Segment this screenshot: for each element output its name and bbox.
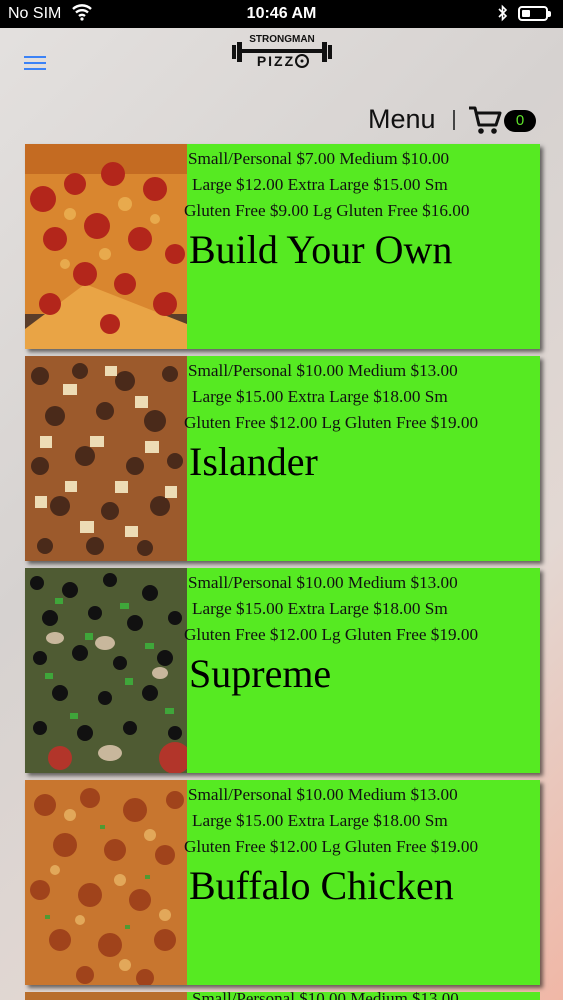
price-line: Gluten Free $9.00 Lg Gluten Free $16.00 bbox=[184, 201, 470, 220]
pepperoni-pizza-image bbox=[25, 144, 187, 349]
cart-count-badge[interactable]: 0 bbox=[504, 110, 536, 132]
item-title[interactable]: Buffalo Chicken bbox=[189, 862, 539, 909]
islander-pizza-image bbox=[25, 356, 187, 561]
price-line: Large $15.00 Extra Large $18.00 Sm bbox=[192, 811, 448, 830]
price-line: Gluten Free $12.00 Lg Gluten Free $19.00 bbox=[184, 413, 479, 432]
price-list: Small/Personal $7.00 Medium $10.00 Large… bbox=[184, 146, 538, 224]
price-line: Gluten Free $12.00 Lg Gluten Free $19.00 bbox=[184, 837, 479, 856]
price-list: Small/Personal $10.00 Medium $13.00 Larg… bbox=[184, 358, 538, 436]
buffalo-chicken-pizza-image bbox=[25, 780, 187, 985]
menu-link[interactable]: Menu bbox=[368, 104, 436, 135]
item-title[interactable]: Build Your Own bbox=[189, 226, 539, 273]
supreme-pizza-image bbox=[25, 568, 187, 773]
price-line: Small/Personal $7.00 Medium $10.00 bbox=[188, 149, 450, 168]
battery-icon bbox=[518, 6, 551, 21]
bluetooth-icon bbox=[497, 4, 509, 27]
partial-pizza-image bbox=[25, 992, 187, 1000]
menu-item-card[interactable]: Small/Personal $10.00 Medium $13.00 Larg… bbox=[25, 356, 540, 561]
price-line: Small/Personal $10.00 Medium $13.00 bbox=[188, 361, 458, 380]
logo-top-text: STRONGMAN bbox=[249, 34, 315, 45]
price-line: Large $15.00 Extra Large $18.00 Sm bbox=[192, 387, 448, 406]
menu-item-card[interactable]: Small/Personal $10.00 Medium $13.00 Larg… bbox=[25, 780, 540, 985]
item-title[interactable]: Islander bbox=[189, 438, 539, 485]
price-list: Small/Personal $10.00 Medium $13.00 Larg… bbox=[184, 782, 538, 860]
item-title[interactable]: Supreme bbox=[189, 650, 539, 697]
menu-items-list: Small/Personal $7.00 Medium $10.00 Large… bbox=[25, 144, 541, 992]
header-divider bbox=[453, 110, 455, 130]
price-list: Small/Personal $10.00 Medium $13.00 Larg… bbox=[184, 570, 538, 648]
menu-item-card[interactable]: Small/Personal $10.00 Medium $13.00 Larg… bbox=[25, 568, 540, 773]
price-line: Large $12.00 Extra Large $15.00 Sm bbox=[192, 175, 448, 194]
price-line: Small/Personal $10.00 Medium $13.00 bbox=[192, 992, 459, 1000]
logo-bottom-text: PIZZ bbox=[257, 53, 295, 69]
cart-icon[interactable] bbox=[468, 104, 502, 136]
brand-logo[interactable]: STRONGMAN PIZZ bbox=[230, 31, 334, 69]
price-line: Small/Personal $10.00 Medium $13.00 bbox=[188, 573, 458, 592]
menu-item-card[interactable]: Small/Personal $7.00 Medium $10.00 Large… bbox=[25, 144, 540, 349]
clock: 10:46 AM bbox=[246, 5, 317, 22]
price-line: Small/Personal $10.00 Medium $13.00 bbox=[188, 785, 458, 804]
hamburger-menu-icon[interactable] bbox=[24, 56, 46, 70]
price-line: Gluten Free $12.00 Lg Gluten Free $19.00 bbox=[184, 625, 479, 644]
price-line: Large $15.00 Extra Large $18.00 Sm bbox=[192, 599, 448, 618]
menu-item-card-partial[interactable]: Small/Personal $10.00 Medium $13.00 bbox=[25, 992, 540, 1000]
status-bar: No SIM 10:46 AM bbox=[0, 0, 563, 28]
